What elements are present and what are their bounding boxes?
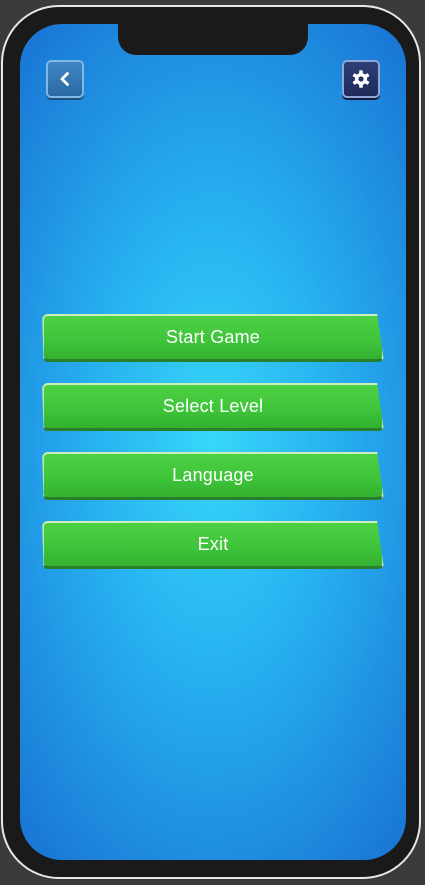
back-button[interactable] <box>46 60 84 98</box>
device-notch <box>118 24 308 55</box>
select-level-button[interactable]: Select Level <box>42 383 384 431</box>
start-game-button[interactable]: Start Game <box>42 314 384 362</box>
language-label: Language <box>172 465 254 485</box>
game-screen: Start Game Select Level Language Exit <box>20 24 406 860</box>
language-button[interactable]: Language <box>42 452 384 500</box>
exit-button[interactable]: Exit <box>42 521 384 569</box>
exit-label: Exit <box>197 534 229 554</box>
settings-button[interactable] <box>342 60 380 98</box>
select-level-label: Select Level <box>162 396 264 416</box>
chevron-left-icon <box>60 72 69 86</box>
gear-icon <box>352 70 370 88</box>
device-frame: Start Game Select Level Language Exit <box>1 5 421 879</box>
main-menu: Start Game Select Level Language Exit <box>42 314 386 590</box>
start-game-label: Start Game <box>165 327 261 347</box>
